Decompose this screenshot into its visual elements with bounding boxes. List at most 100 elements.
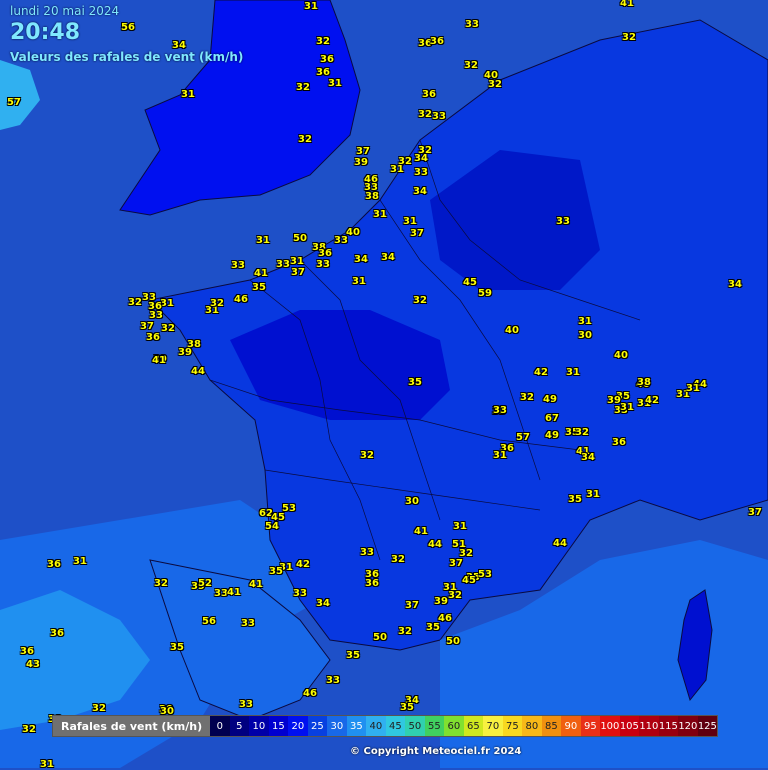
- station-value: 35: [568, 494, 582, 505]
- legend-swatch: 125: [697, 716, 718, 736]
- station-value: 46: [303, 688, 317, 699]
- station-value: 53: [282, 503, 296, 514]
- station-value: 37: [449, 558, 463, 569]
- station-value: 49: [545, 430, 559, 441]
- station-value: 67: [545, 413, 559, 424]
- legend-swatch: 50: [405, 716, 425, 736]
- legend-swatch: 0: [210, 716, 230, 736]
- station-value: 36: [316, 67, 330, 78]
- station-value: 35: [400, 702, 414, 713]
- station-value: 41: [152, 355, 166, 366]
- station-value: 37: [410, 228, 424, 239]
- station-value: 42: [534, 367, 548, 378]
- station-value: 46: [234, 294, 248, 305]
- station-value: 41: [414, 526, 428, 537]
- station-value: 32: [298, 134, 312, 145]
- legend-swatch: 85: [541, 716, 562, 736]
- station-value: 33: [414, 167, 428, 178]
- legend-swatches: 0 5 10 15 20 25 30 35 40 45 50 55 60 65 70 75 80 85 90 95 10…: [210, 716, 718, 736]
- station-value: 39: [354, 157, 368, 168]
- station-value: 44: [428, 539, 442, 550]
- station-value: 40: [346, 227, 360, 238]
- station-value: 34: [414, 153, 428, 164]
- station-value: 36: [20, 646, 34, 657]
- station-value: 44: [191, 366, 205, 377]
- station-value: 37: [291, 267, 305, 278]
- station-value: 33: [239, 699, 253, 710]
- legend-swatch: 110: [639, 716, 659, 736]
- station-value: 44: [553, 538, 567, 549]
- station-value: 32: [154, 578, 168, 589]
- station-value: 43: [26, 659, 40, 670]
- station-value: 31: [256, 235, 270, 246]
- station-value: 31: [403, 216, 417, 227]
- station-value: 39: [434, 596, 448, 607]
- station-value: 35: [426, 622, 440, 633]
- station-value: 38: [187, 339, 201, 350]
- station-value: 32: [488, 79, 502, 90]
- station-value: 36: [47, 559, 61, 570]
- legend-swatch: 90: [561, 716, 581, 736]
- station-value: 33: [360, 547, 374, 558]
- station-value: 36: [50, 628, 64, 639]
- legend-swatch: 45: [385, 716, 406, 736]
- station-value: 32: [448, 590, 462, 601]
- station-value: 31: [373, 209, 387, 220]
- station-value: 34: [316, 598, 330, 609]
- station-value: 37: [140, 321, 154, 332]
- station-value: 32: [210, 298, 224, 309]
- station-value: 50: [373, 632, 387, 643]
- station-value: 33: [465, 19, 479, 30]
- legend-swatch: 15: [268, 716, 289, 736]
- legend-swatch: 55: [424, 716, 445, 736]
- station-value: 31: [578, 316, 592, 327]
- station-value: 37: [405, 600, 419, 611]
- wind-gust-map: [0, 0, 768, 768]
- station-value: 36: [365, 578, 379, 589]
- station-value: 32: [520, 392, 534, 403]
- station-value: 33: [326, 675, 340, 686]
- legend-swatch: 10: [249, 716, 269, 736]
- legend-swatch: 60: [444, 716, 464, 736]
- station-value: 49: [543, 394, 557, 405]
- station-value: 38: [365, 191, 379, 202]
- station-value: 31: [73, 556, 87, 567]
- station-value: 36: [612, 437, 626, 448]
- color-legend: Rafales de vent (km/h) 0 5 10 15 20 25 30 35 40 4…: [52, 715, 719, 737]
- station-value: 31: [352, 276, 366, 287]
- legend-swatch: 40: [366, 716, 386, 736]
- station-value: 50: [446, 636, 460, 647]
- station-value: 36: [318, 248, 332, 259]
- map-date: lundi 20 mai 2024: [10, 4, 120, 18]
- station-value: 42: [296, 559, 310, 570]
- station-value: 32: [418, 109, 432, 120]
- legend-swatch: 25: [307, 716, 328, 736]
- station-value: 33: [556, 216, 570, 227]
- station-value: 35: [408, 377, 422, 388]
- station-value: 54: [265, 521, 279, 532]
- station-value: 32: [22, 724, 36, 735]
- station-value: 31: [181, 89, 195, 100]
- station-value: 35: [269, 566, 283, 577]
- station-value: 30: [405, 496, 419, 507]
- station-value: 34: [413, 186, 427, 197]
- station-value: 59: [478, 288, 492, 299]
- station-value: 35: [346, 650, 360, 661]
- station-value: 32: [296, 82, 310, 93]
- station-value: 33: [241, 618, 255, 629]
- station-value: 31: [566, 367, 580, 378]
- station-value: 50: [293, 233, 307, 244]
- station-value: 33: [293, 588, 307, 599]
- station-value: 32: [92, 703, 106, 714]
- station-value: 34: [354, 254, 368, 265]
- station-value: 33: [276, 259, 290, 270]
- map-subtitle: Valeurs des rafales de vent (km/h): [10, 50, 244, 64]
- station-value: 31: [328, 78, 342, 89]
- station-value: 33: [214, 588, 228, 599]
- station-value: 57: [516, 432, 530, 443]
- station-value: 31: [586, 489, 600, 500]
- station-value: 41: [620, 0, 634, 9]
- station-value: 32: [464, 60, 478, 71]
- legend-swatch: 5: [229, 716, 250, 736]
- station-value: 32: [161, 323, 175, 334]
